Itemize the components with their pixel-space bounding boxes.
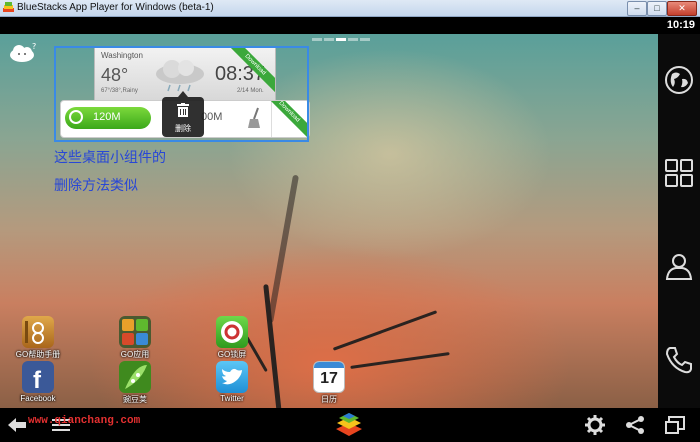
app-go-locker[interactable]: GO锁屏 xyxy=(202,316,262,360)
app-label: Facebook xyxy=(20,394,56,403)
contacts-icon xyxy=(665,254,693,280)
delete-popup[interactable]: 删除 xyxy=(162,91,204,137)
page-dot xyxy=(312,38,322,41)
pea-pod-icon xyxy=(119,361,151,393)
apps-grid-icon xyxy=(665,159,693,187)
window-title: BlueStacks App Player for Windows (beta-… xyxy=(17,2,214,13)
phone-button[interactable] xyxy=(658,340,700,380)
annotation-line1: 这些桌面小组件的 xyxy=(54,149,166,165)
app-go-apps[interactable]: GO应用 xyxy=(105,316,165,360)
twitter-icon xyxy=(216,361,248,393)
home-screen[interactable]: ? Washington 48° 67°/38°,Rainy 08:37 2/1… xyxy=(0,34,658,408)
browser-button[interactable] xyxy=(658,60,700,100)
app-twitter[interactable]: Twitter xyxy=(202,361,262,403)
app-label: GO帮助手册 xyxy=(15,350,61,359)
phone-icon xyxy=(665,347,692,374)
delete-label: 删除 xyxy=(175,124,191,133)
all-apps-button[interactable] xyxy=(658,153,700,193)
minimize-button[interactable]: – xyxy=(627,1,647,16)
settings-button[interactable] xyxy=(584,414,606,436)
app-label: GO应用 xyxy=(120,350,150,359)
bluestacks-home-button[interactable] xyxy=(334,411,364,439)
page-dot xyxy=(348,38,358,41)
status-clock: 10:19 xyxy=(666,19,695,31)
share-icon xyxy=(626,416,644,434)
calendar-day: 17 xyxy=(320,370,338,387)
notebook-icon xyxy=(22,316,54,348)
bluestacks-logo-icon xyxy=(336,413,362,436)
wallpaper-branch xyxy=(332,310,438,351)
app-wandoujia[interactable]: 豌豆荚 xyxy=(105,361,165,405)
lock-screen-icon xyxy=(216,316,248,348)
facebook-icon: f xyxy=(22,361,54,394)
globe-icon xyxy=(665,66,693,94)
app-grid-icon xyxy=(119,316,151,348)
maximize-button[interactable]: □ xyxy=(647,1,667,16)
window-button[interactable] xyxy=(664,414,686,436)
wallpaper-stem-blur xyxy=(267,174,299,324)
right-sidebar xyxy=(658,34,700,408)
window-titlebar: BlueStacks App Player for Windows (beta-… xyxy=(0,0,700,17)
status-bar: 10:19 xyxy=(0,17,700,34)
page-dot-current xyxy=(336,38,346,41)
app-calendar[interactable]: 17 日历 xyxy=(299,361,359,405)
svg-text:f: f xyxy=(33,367,42,393)
app-facebook[interactable]: f Facebook xyxy=(8,361,68,403)
share-button[interactable] xyxy=(624,414,646,436)
wallpaper-branch xyxy=(350,352,450,369)
popup-arrow xyxy=(178,91,188,97)
settings-icon xyxy=(585,415,605,435)
watermark: www.qianchang.com xyxy=(28,415,141,427)
back-icon xyxy=(8,418,26,432)
app-label: Twitter xyxy=(220,394,244,403)
contacts-button[interactable] xyxy=(658,246,700,286)
weather-cloud-icon[interactable]: ? xyxy=(8,42,38,64)
app-label: 豌豆荚 xyxy=(123,395,147,404)
annotation-line2: 删除方法类似 xyxy=(54,177,138,193)
trash-icon xyxy=(177,103,189,117)
page-dot xyxy=(360,38,370,41)
window-icon xyxy=(665,416,685,434)
close-button[interactable]: ✕ xyxy=(667,1,697,16)
page-indicator xyxy=(312,38,370,41)
app-label: 日历 xyxy=(321,395,337,404)
calendar-icon: 17 xyxy=(313,361,345,393)
svg-text:?: ? xyxy=(32,42,36,51)
app-go-help[interactable]: GO帮助手册 xyxy=(8,316,68,360)
back-button[interactable] xyxy=(6,414,28,436)
page-dot xyxy=(324,38,334,41)
app-label: GO锁屏 xyxy=(217,350,247,359)
bluestacks-logo-icon xyxy=(3,2,14,12)
